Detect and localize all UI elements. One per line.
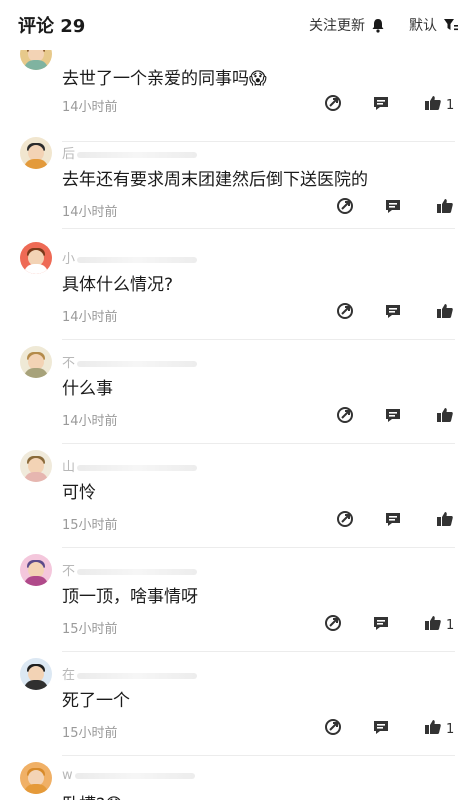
avatar[interactable] (20, 762, 52, 794)
avatar[interactable] (20, 346, 52, 378)
bell-icon (371, 18, 385, 33)
thumbs-up-icon (424, 718, 442, 740)
sort-dropdown[interactable]: 默认 (409, 15, 459, 35)
avatar[interactable] (20, 554, 52, 586)
divider (62, 443, 455, 444)
like-button[interactable]: 1 (424, 718, 454, 740)
reply-button[interactable] (384, 302, 402, 324)
comment-item[interactable]: 小 具体什么情况? 14小时前 (0, 242, 473, 340)
comments-header: 评论 29 关注更新 默认 (0, 0, 473, 50)
comment-text: 去年还有要求周末团建然后倒下送医院的 (62, 170, 368, 190)
divider (62, 651, 455, 652)
comment-time: 14小时前 (62, 310, 118, 325)
comment-icon (384, 197, 402, 219)
divider (62, 755, 455, 756)
user-name[interactable]: 不 (62, 560, 198, 579)
share-icon (336, 406, 354, 428)
divider (62, 228, 455, 229)
thumbs-up-icon (436, 406, 454, 428)
follow-updates-button[interactable]: 关注更新 (309, 15, 385, 35)
thumbs-up-icon (436, 510, 454, 532)
comment-icon (384, 302, 402, 324)
comment-item[interactable]: 去世了一个亲爱的同事吗😱 14小时前 1 (0, 38, 473, 142)
comment-time: 15小时前 (62, 622, 118, 637)
comment-time: 15小时前 (62, 726, 118, 741)
share-button[interactable] (336, 197, 354, 219)
thumbs-up-icon (424, 614, 442, 636)
comment-icon (384, 510, 402, 532)
comment-list: 去世了一个亲爱的同事吗😱 14小时前 1 后 去年还有要求周末团建然后倒下送医院… (0, 0, 473, 800)
user-name[interactable]: w (62, 768, 195, 783)
comment-item[interactable]: w 卧槽?😱 (0, 762, 473, 800)
like-count: 1 (446, 721, 455, 737)
user-name[interactable]: 山 (62, 456, 198, 475)
comment-icon (372, 614, 390, 636)
share-icon (336, 197, 354, 219)
comment-text: 顶一顶，啥事情呀 (62, 587, 198, 607)
thumbs-up-icon (436, 197, 454, 219)
comment-time: 15小时前 (62, 518, 118, 533)
user-name[interactable]: 不 (62, 352, 198, 371)
share-button[interactable] (336, 510, 354, 532)
divider (62, 339, 455, 340)
reply-button[interactable] (372, 718, 390, 740)
comment-text: 具体什么情况? (62, 275, 174, 295)
share-icon (324, 614, 342, 636)
comment-text: 什么事 (62, 379, 113, 399)
comment-item[interactable]: 在 死了一个 15小时前 1 (0, 658, 473, 756)
comment-time: 14小时前 (62, 414, 118, 429)
comment-item[interactable]: 不 顶一顶，啥事情呀 15小时前 1 (0, 554, 473, 652)
avatar[interactable] (20, 450, 52, 482)
thumbs-up-icon (436, 302, 454, 324)
comment-time: 14小时前 (62, 205, 118, 220)
like-button[interactable] (436, 406, 454, 428)
share-icon (324, 718, 342, 740)
like-count: 1 (446, 97, 455, 113)
comment-item[interactable]: 后 去年还有要求周末团建然后倒下送医院的 14小时前 (0, 137, 473, 229)
divider (62, 547, 455, 548)
comment-icon (372, 94, 390, 116)
like-button[interactable] (436, 302, 454, 324)
comment-item[interactable]: 不 什么事 14小时前 (0, 346, 473, 444)
comment-text: 可怜 (62, 483, 96, 503)
follow-updates-label: 关注更新 (309, 18, 365, 34)
avatar[interactable] (20, 137, 52, 169)
comment-icon (372, 718, 390, 740)
share-button[interactable] (324, 614, 342, 636)
comment-icon (384, 406, 402, 428)
reply-button[interactable] (384, 197, 402, 219)
avatar[interactable] (20, 658, 52, 690)
comment-text: 去世了一个亲爱的同事吗😱 (62, 69, 267, 89)
user-name[interactable]: 在 (62, 664, 198, 683)
like-button[interactable]: 1 (424, 614, 454, 636)
share-icon (324, 94, 342, 116)
share-button[interactable] (324, 718, 342, 740)
thumbs-up-icon (424, 94, 442, 116)
comment-time: 14小时前 (62, 100, 118, 115)
reply-button[interactable] (384, 510, 402, 532)
comment-text: 卧槽?😱 (62, 790, 123, 800)
share-icon (336, 302, 354, 324)
filter-icon (443, 18, 459, 32)
reply-button[interactable] (372, 94, 390, 116)
avatar[interactable] (20, 242, 52, 274)
user-name[interactable]: 小 (62, 248, 198, 267)
user-name[interactable]: 后 (62, 143, 198, 162)
share-button[interactable] (336, 406, 354, 428)
like-count: 1 (446, 617, 455, 633)
share-icon (336, 510, 354, 532)
like-button[interactable] (436, 510, 454, 532)
share-button[interactable] (336, 302, 354, 324)
reply-button[interactable] (372, 614, 390, 636)
comment-text: 死了一个 (62, 691, 130, 711)
reply-button[interactable] (384, 406, 402, 428)
comment-item[interactable]: 山 可怜 15小时前 (0, 450, 473, 548)
comments-title: 评论 29 (18, 16, 86, 37)
like-button[interactable] (436, 197, 454, 219)
sort-label: 默认 (409, 18, 437, 34)
like-button[interactable]: 1 (424, 94, 454, 116)
share-button[interactable] (324, 94, 342, 116)
